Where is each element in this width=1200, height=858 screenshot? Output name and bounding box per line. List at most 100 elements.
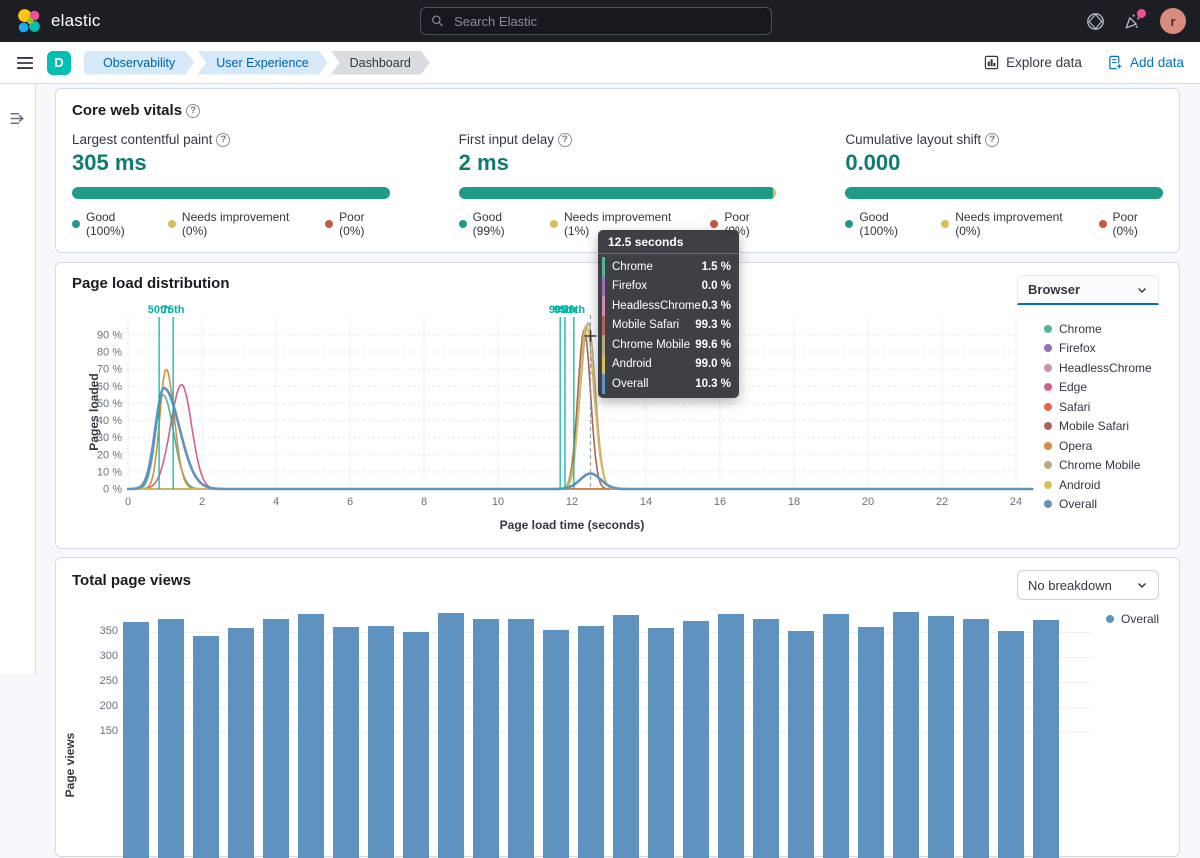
- search-input[interactable]: [452, 13, 761, 30]
- legend-dot: [72, 220, 80, 228]
- pv-bar: [473, 619, 499, 858]
- explore-data-icon: [984, 55, 999, 70]
- legend-item-chrome-mobile[interactable]: Chrome Mobile: [1044, 456, 1152, 476]
- series-line-android: [128, 325, 1032, 489]
- svg-text:80 %: 80 %: [97, 347, 122, 359]
- svg-text:4: 4: [273, 496, 279, 508]
- legend-item-firefox[interactable]: Firefox: [1044, 339, 1152, 359]
- legend-item-chrome[interactable]: Chrome: [1044, 319, 1152, 339]
- svg-text:18: 18: [788, 496, 800, 508]
- tooltip-series-value: 10.3 %: [695, 378, 731, 390]
- pv-y-tick: 200: [92, 700, 118, 712]
- legend-item-mobile-safari[interactable]: Mobile Safari: [1044, 417, 1152, 437]
- legend-dot: [1044, 442, 1052, 450]
- breadcrumb-user-experience[interactable]: User Experience: [197, 51, 327, 75]
- legend-dot: [1099, 220, 1107, 228]
- legend-item-edge[interactable]: Edge: [1044, 378, 1152, 398]
- tooltip-row-overall: Overall10.3 %: [598, 374, 739, 394]
- help-icon[interactable]: [216, 133, 230, 147]
- vital-legend: Good (100%) Needs improvement (0%) Poor (0…: [72, 210, 390, 238]
- legend-item-poor[interactable]: Poor (0%): [325, 210, 389, 238]
- add-data-button[interactable]: Add data: [1108, 55, 1184, 70]
- pv-bar: [718, 614, 744, 858]
- legend-item-headlesschrome[interactable]: HeadlessChrome: [1044, 358, 1152, 378]
- legend-dot: [325, 220, 333, 228]
- legend-label: Mobile Safari: [1059, 419, 1129, 433]
- vital-value: 0.000: [845, 150, 1163, 176]
- legend-item-poor[interactable]: Poor (0%): [1099, 210, 1163, 238]
- tooltip-series-name: HeadlessChrome: [612, 300, 702, 312]
- legend-item-opera[interactable]: Opera: [1044, 436, 1152, 456]
- tooltip-series-color: [602, 316, 605, 336]
- vital-bar: [845, 187, 1163, 199]
- tooltip-series-name: Firefox: [612, 280, 702, 292]
- svg-text:0 %: 0 %: [103, 484, 122, 496]
- global-search[interactable]: [420, 7, 772, 35]
- breakdown-select-browser-label: Browser: [1028, 282, 1080, 297]
- tooltip-row-android: Android99.0 %: [598, 355, 739, 375]
- collapsed-sidebar: [0, 84, 36, 675]
- pv-y-tick: 250: [92, 675, 118, 687]
- legend-item-needs_improvement[interactable]: Needs improvement (0%): [941, 210, 1083, 238]
- legend-dot: [550, 220, 558, 228]
- legend-item-safari[interactable]: Safari: [1044, 397, 1152, 417]
- svg-text:2: 2: [199, 496, 205, 508]
- pv-bar: [368, 626, 394, 858]
- legend-dot: [1044, 325, 1052, 333]
- pv-bar: [298, 614, 324, 858]
- svg-text:14: 14: [640, 496, 652, 508]
- legend-item-good[interactable]: Good (100%): [845, 210, 926, 238]
- vital-legend: Good (100%) Needs improvement (0%) Poor (0…: [845, 210, 1163, 238]
- breadcrumb-dashboard[interactable]: Dashboard: [331, 51, 430, 75]
- pv-bar: [1033, 620, 1059, 858]
- explore-data-button[interactable]: Explore data: [984, 55, 1082, 70]
- menu-icon[interactable]: [16, 54, 34, 72]
- expand-sidebar-icon[interactable]: [9, 110, 26, 127]
- legend-item-good[interactable]: Good (99%): [459, 210, 535, 238]
- add-data-label: Add data: [1130, 55, 1184, 70]
- help-icon[interactable]: [558, 133, 572, 147]
- newsfeed-icon[interactable]: [1123, 12, 1142, 31]
- dashboard-app-badge[interactable]: D: [47, 51, 71, 75]
- tooltip-row-chrome: Chrome1.5 %: [598, 257, 739, 277]
- legend-item-needs_improvement[interactable]: Needs improvement (0%): [168, 210, 310, 238]
- legend-dot: [1044, 422, 1052, 430]
- top-header: elastic r: [0, 0, 1200, 42]
- core-web-vitals-title: Core web vitals: [72, 102, 1163, 119]
- vital-first-input-delay: First input delay2 msGood (99%)Needs imp…: [459, 132, 777, 238]
- svg-text:0: 0: [125, 496, 131, 508]
- tooltip-series-name: Mobile Safari: [612, 319, 695, 331]
- user-avatar[interactable]: r: [1160, 8, 1186, 34]
- pv-bar: [508, 619, 534, 858]
- breakdown-select-none[interactable]: No breakdown: [1017, 570, 1159, 600]
- breakdown-select-browser[interactable]: Browser: [1017, 275, 1159, 305]
- tooltip-series-value: 1.5 %: [702, 261, 731, 273]
- pv-bar: [228, 628, 254, 858]
- tooltip-row-firefox: Firefox0.0 %: [598, 277, 739, 297]
- core-web-vitals-title-text: Core web vitals: [72, 102, 182, 119]
- legend-item-android[interactable]: Android: [1044, 475, 1152, 495]
- vital-bar-segment-good: [72, 187, 390, 199]
- deployment-icon[interactable]: [1086, 12, 1105, 31]
- legend-dot: [1044, 461, 1052, 469]
- svg-text:12: 12: [566, 496, 578, 508]
- vital-bar: [72, 187, 390, 199]
- x-axis-title: Page load time (seconds): [500, 518, 645, 532]
- tooltip-series-value: 99.6 %: [695, 339, 731, 351]
- help-icon[interactable]: [985, 133, 999, 147]
- tooltip-series-name: Android: [612, 358, 695, 370]
- svg-text:22: 22: [936, 496, 948, 508]
- legend-item-good[interactable]: Good (100%): [72, 210, 153, 238]
- legend-label: Chrome: [1059, 322, 1102, 336]
- series-line-chrome: [128, 395, 1032, 489]
- help-icon[interactable]: [186, 104, 200, 118]
- pv-bar: [193, 636, 219, 858]
- elastic-logo[interactable]: elastic: [16, 8, 101, 34]
- legend-item-overall[interactable]: Overall: [1044, 495, 1152, 515]
- legend-label: Chrome Mobile: [1059, 458, 1140, 472]
- tooltip-series-name: Chrome Mobile: [612, 339, 695, 351]
- breadcrumb-observability[interactable]: Observability: [84, 51, 194, 75]
- pv-bar: [893, 612, 919, 858]
- tooltip-series-color: [602, 296, 605, 316]
- tooltip-header: 12.5 seconds: [598, 230, 739, 254]
